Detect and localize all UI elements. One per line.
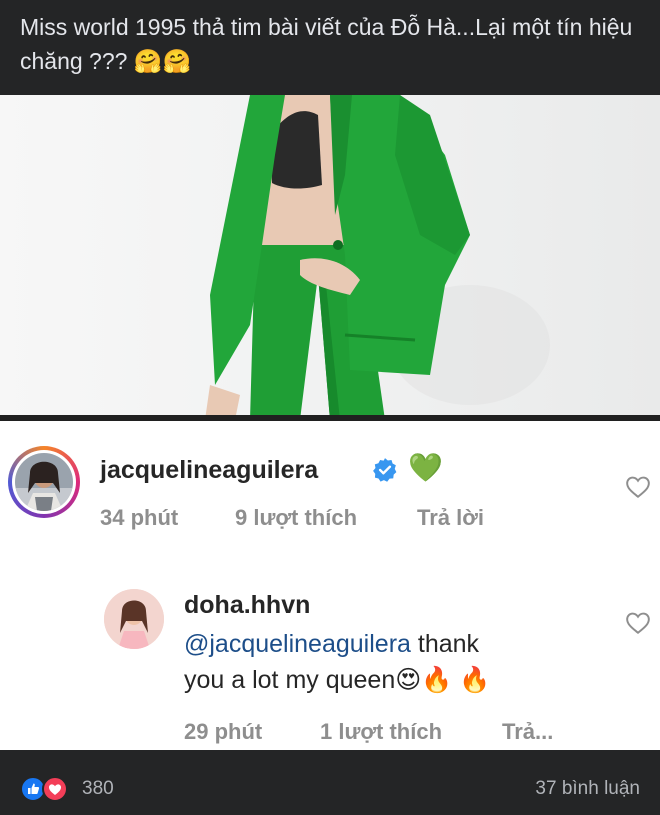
comment-text: @jacquelineaguilera thank you a lot my q… bbox=[184, 626, 584, 698]
post-caption-text: Miss world 1995 thả tim bài viết của Đỗ … bbox=[20, 14, 633, 74]
comment-text-part: thank bbox=[410, 630, 480, 658]
reply-button[interactable]: Trả lời bbox=[417, 505, 484, 531]
heart-outline-icon[interactable] bbox=[625, 611, 651, 635]
comment-likes[interactable]: 9 lượt thích bbox=[235, 505, 357, 531]
comment-time: 29 phút bbox=[184, 719, 263, 744]
reaction-count[interactable]: 380 bbox=[82, 778, 114, 800]
love-reaction-icon bbox=[42, 776, 68, 802]
comment-username[interactable]: jacquelineaguilera bbox=[100, 456, 318, 485]
comment-count-link[interactable]: 37 bình luận bbox=[535, 778, 640, 800]
post-photo[interactable] bbox=[0, 95, 660, 420]
post-caption: Miss world 1995 thả tim bài viết của Đỗ … bbox=[0, 0, 660, 95]
comment-likes[interactable]: 1 lượt thích bbox=[320, 719, 442, 745]
avatar-photo bbox=[15, 453, 73, 511]
heart-outline-icon[interactable] bbox=[625, 475, 651, 499]
reactions-summary[interactable] bbox=[20, 776, 76, 802]
comment-text-part: you a lot my queen bbox=[184, 666, 396, 694]
comments-section: jacquelineaguilera 💚 34 phút 9 lượt thíc… bbox=[0, 421, 660, 750]
avatar-doha-image bbox=[104, 589, 164, 649]
avatar-jacqueline-image bbox=[15, 453, 73, 511]
verified-badge-icon bbox=[373, 458, 397, 482]
comment-emojis: 😍🔥 🔥 bbox=[395, 666, 491, 694]
comment-username[interactable]: doha.hhvn bbox=[184, 591, 310, 620]
avatar[interactable] bbox=[104, 589, 164, 649]
post-footer: 380 37 bình luận bbox=[0, 750, 660, 815]
model-green-suit-image bbox=[205, 95, 550, 420]
like-reaction-icon bbox=[20, 776, 46, 802]
mention-link[interactable]: @jacquelineaguilera bbox=[184, 630, 411, 658]
comment-text: 💚 bbox=[408, 452, 443, 483]
reply-button[interactable]: Trả... bbox=[502, 719, 553, 745]
comment-time: 34 phút bbox=[100, 505, 179, 530]
